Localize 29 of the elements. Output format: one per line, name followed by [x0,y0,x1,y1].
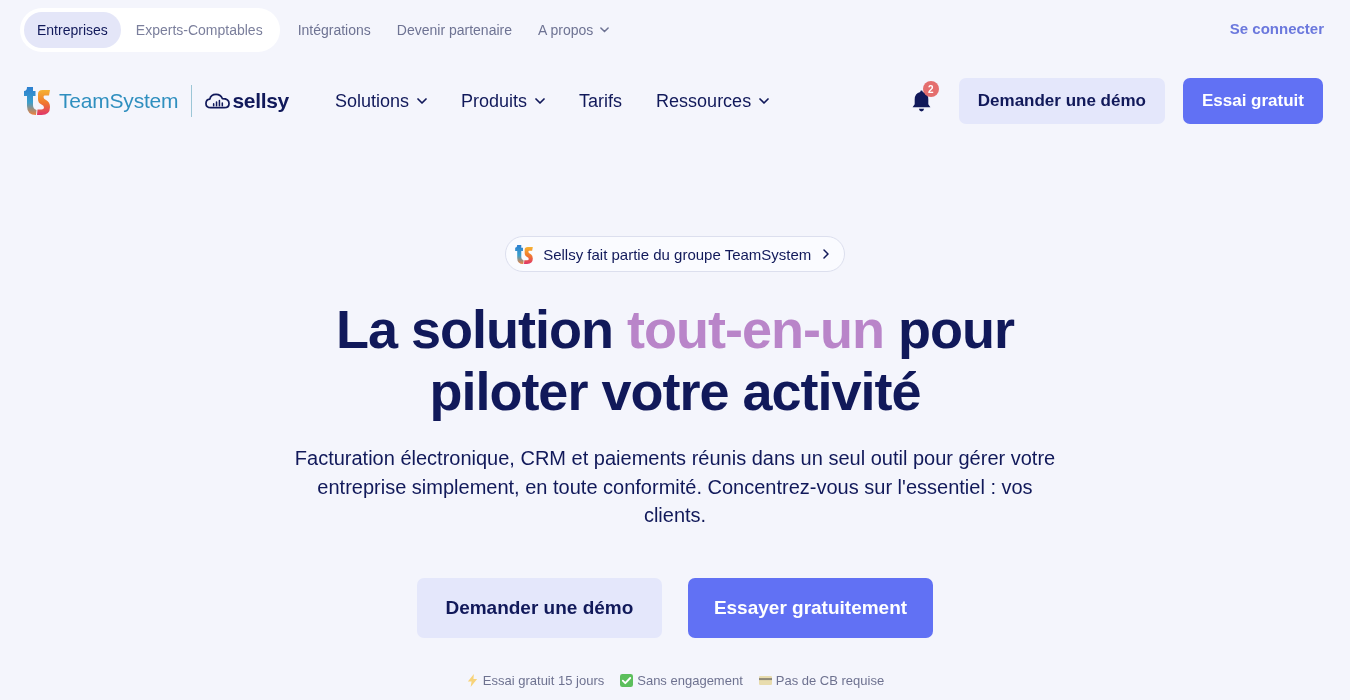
cloud-chart-icon [205,93,231,109]
nav-menu-item[interactable]: Tarifs [579,90,623,112]
top-nav-link[interactable]: Intégrations [297,22,371,38]
nav-menu-item[interactable]: Ressources [656,90,770,112]
perk-text: Pas de CB requise [775,671,885,689]
hero-subtitle: Facturation électronique, CRM et paiements réunis dans un seul outil pour gérer votre entreprise simplement, en toute conformité. Concentrez-vous sur l'essentiel : vos clients. [293,446,1057,528]
login-link[interactable]: Se connecter [1229,19,1324,37]
primary-button[interactable]: Essayer gratuitement [687,577,934,638]
top-nav-link[interactable]: Devenir partenaire [396,22,512,38]
perk-text: Essai gratuit 15 jours [482,671,605,689]
notification-count: 2 [922,81,939,97]
perk-text: Sans engagement [637,671,743,689]
nav-menu-item[interactable]: Solutions [334,90,428,112]
secondary-button[interactable]: Demander une démo [416,577,662,638]
audience-tab[interactable]: Entreprises [24,12,121,48]
primary-button[interactable]: Essai gratuit [1182,78,1323,124]
credit-card-icon [758,673,772,687]
logo-icon [515,244,534,264]
audience-tab[interactable]: Experts-Comptables [122,12,276,48]
chevron-right-icon [823,249,830,259]
top-nav-link[interactable]: A propos [538,22,610,38]
brand-logo-text: sellsy [232,89,289,113]
hero-heading: La solution tout-en-un pour piloter votre activité [335,298,1016,422]
nav-menu-item[interactable]: Produits [461,90,546,112]
check-icon [620,673,634,687]
logo-icon [24,87,50,115]
partner-logo-text: TeamSystem [59,89,179,113]
announcement-link[interactable]: Sellsy fait partie du groupe TeamSystem [505,236,845,272]
secondary-button[interactable]: Demander une démo [958,78,1165,124]
